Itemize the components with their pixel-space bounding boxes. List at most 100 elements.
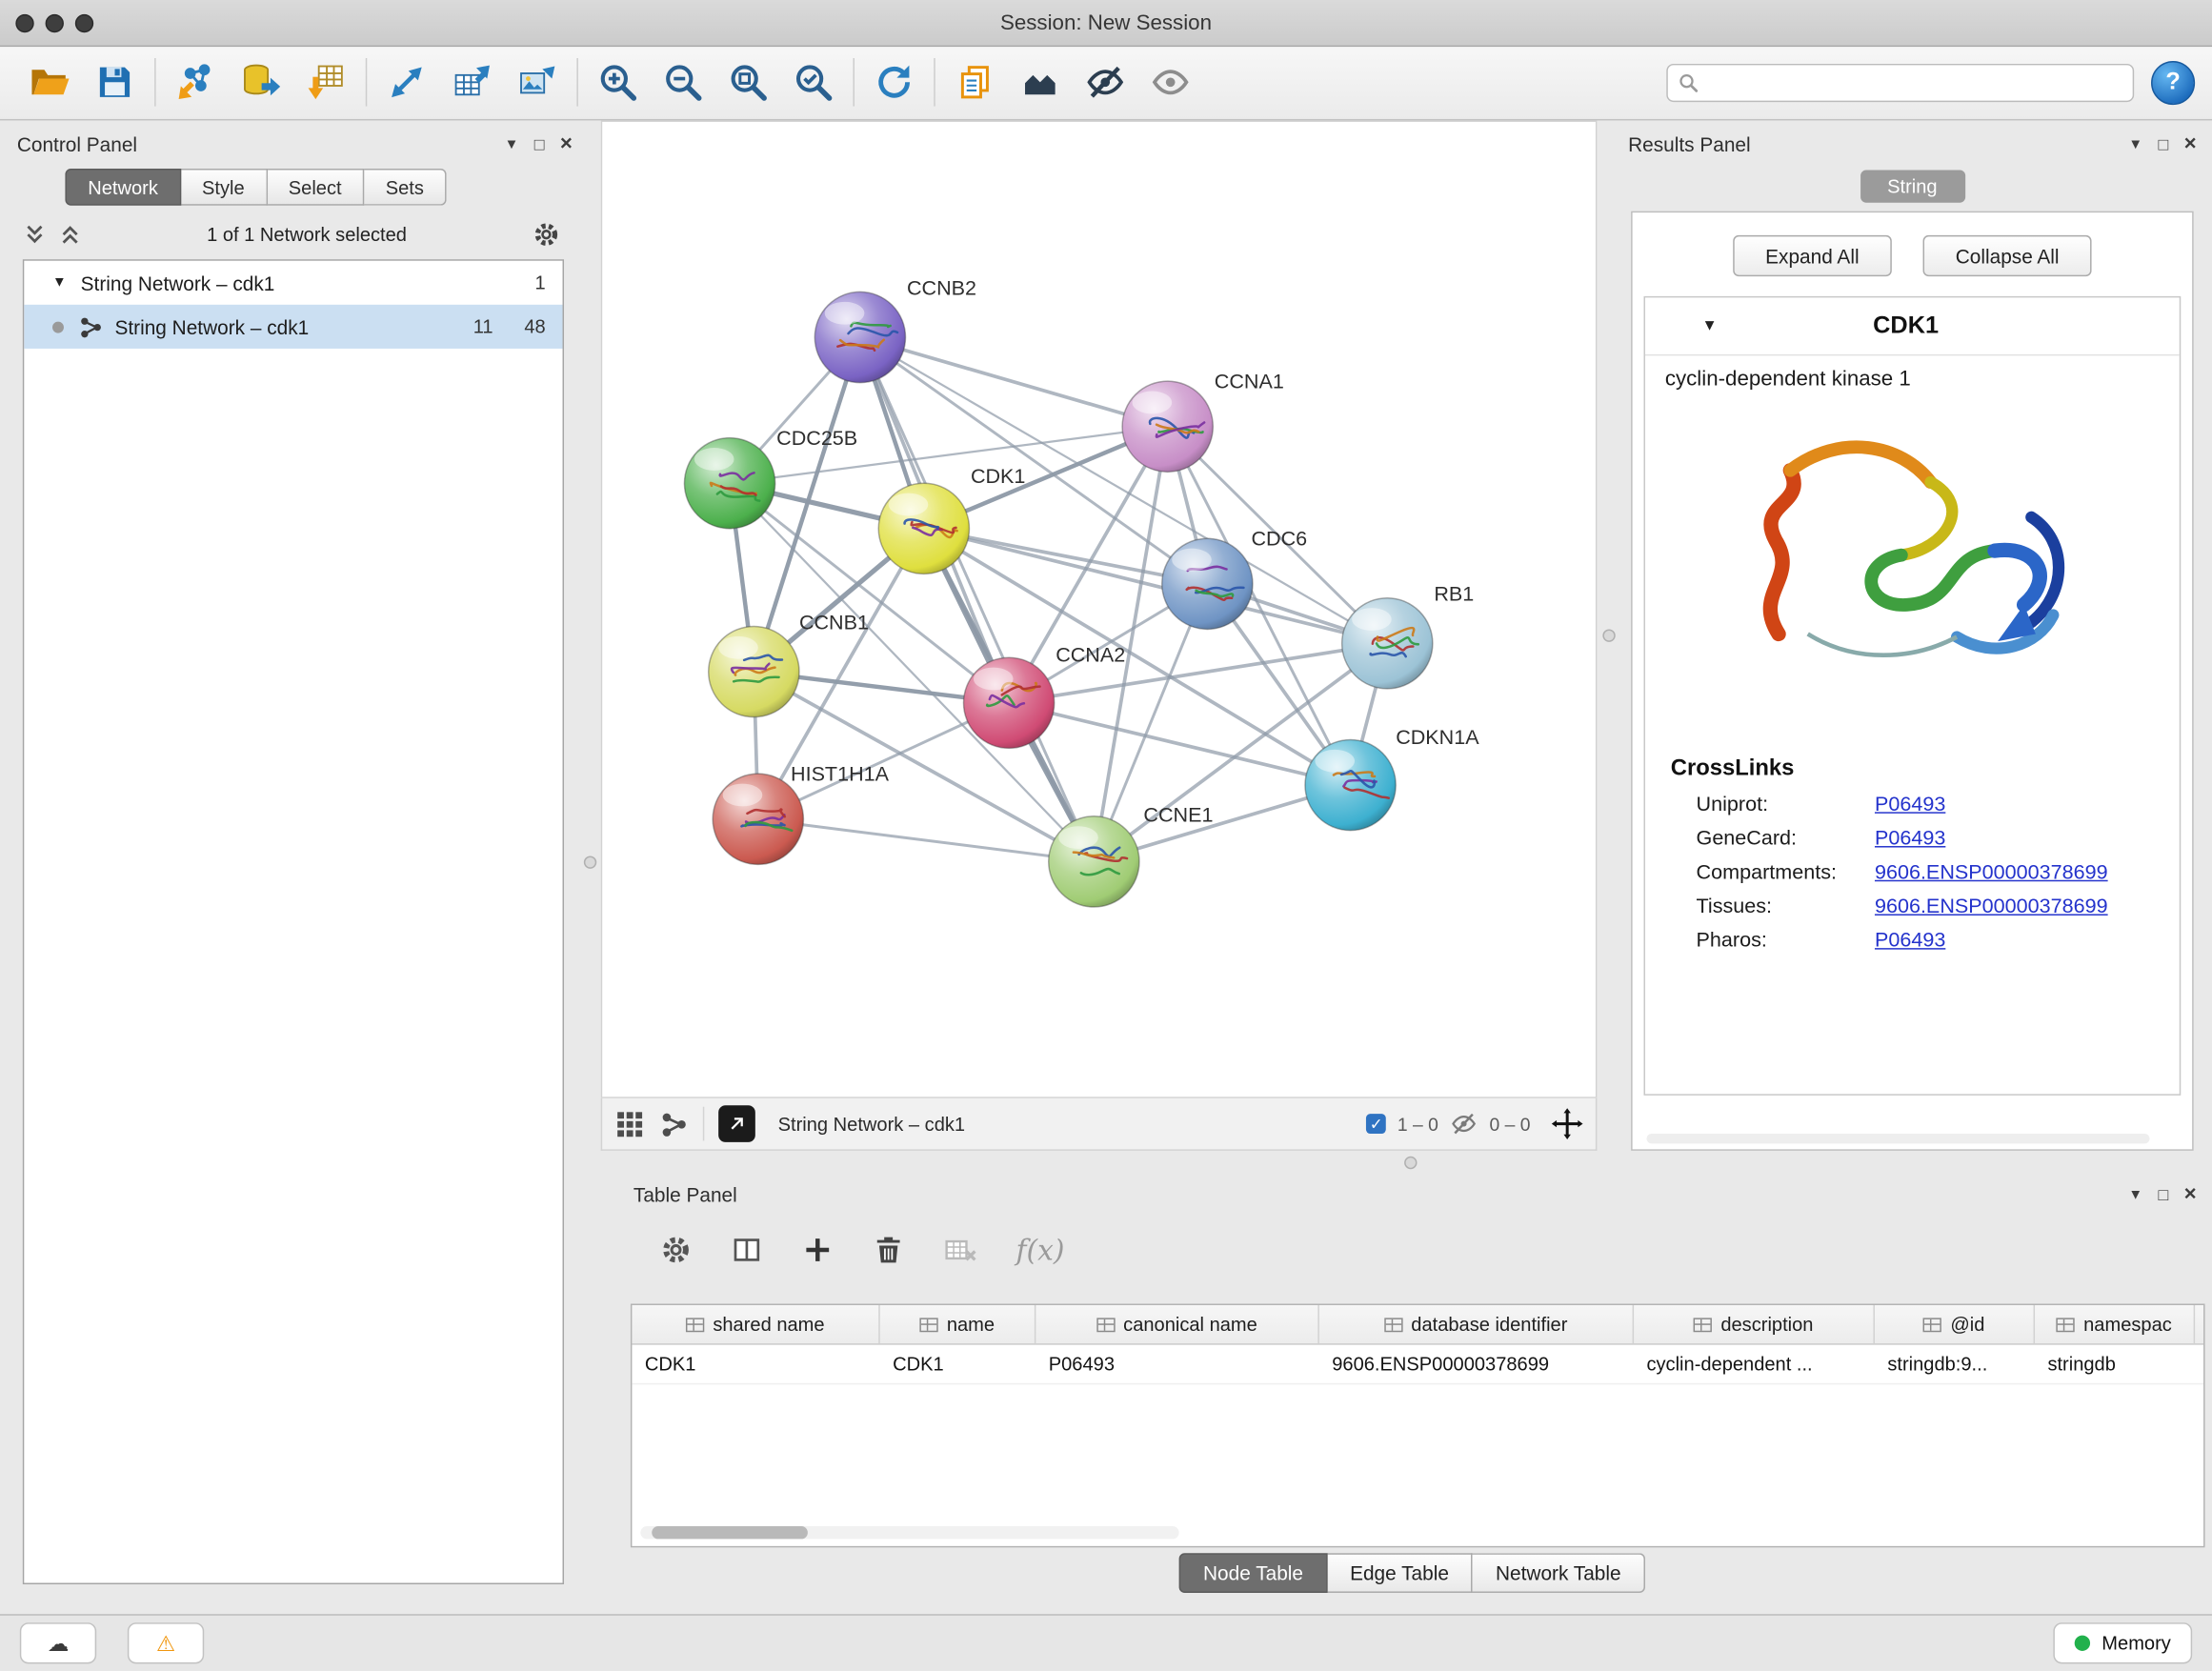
column-header-namespac[interactable]: namespac — [2035, 1305, 2195, 1343]
float-panel-icon[interactable]: □ — [534, 134, 545, 154]
search-field[interactable] — [1666, 63, 2134, 101]
tab-node-table[interactable]: Node Table — [1179, 1553, 1328, 1593]
crosslink-link[interactable]: P06493 — [1875, 828, 1945, 851]
refresh-view-button[interactable] — [861, 52, 926, 111]
network-edge[interactable] — [860, 337, 1168, 427]
close-window-button[interactable] — [15, 13, 33, 31]
section-expander-icon[interactable]: ▼ — [1701, 317, 1717, 334]
network-node-ccna1[interactable]: CCNA1 — [1122, 370, 1284, 473]
splitter-handle[interactable] — [1404, 1157, 1417, 1169]
tab-string[interactable]: String — [1860, 171, 1964, 203]
table-horizontal-scrollbar[interactable] — [640, 1526, 1178, 1539]
hide-selected-button[interactable] — [1073, 52, 1137, 111]
table-cell[interactable]: stringdb:9... — [1875, 1345, 2035, 1383]
column-header-name[interactable]: name — [880, 1305, 1036, 1343]
network-collection-row[interactable]: ▼ String Network – cdk1 1 — [24, 261, 562, 305]
column-header-canonical-name[interactable]: canonical name — [1036, 1305, 1319, 1343]
network-node-cdc6[interactable]: CDC6 — [1162, 527, 1307, 630]
column-header-description[interactable]: description — [1634, 1305, 1875, 1343]
show-columns-icon[interactable] — [730, 1233, 764, 1267]
network-node-cdk1[interactable]: CDK1 — [878, 464, 1025, 574]
memory-button[interactable]: Memory — [2054, 1622, 2192, 1663]
collapse-all-button[interactable]: Collapse All — [1923, 235, 2092, 276]
crosslink-link[interactable]: 9606.ENSP00000378699 — [1875, 896, 2108, 918]
network-node-cdkn1a[interactable]: CDKN1A — [1305, 725, 1479, 831]
scrollbar-thumb[interactable] — [652, 1526, 808, 1539]
open-session-button[interactable] — [17, 52, 82, 111]
share-network-icon[interactable] — [659, 1109, 689, 1138]
network-options-gear-icon[interactable] — [532, 220, 561, 250]
splitter-handle[interactable] — [584, 856, 596, 868]
table-cell[interactable]: stringdb — [2035, 1345, 2195, 1383]
network-edge[interactable] — [758, 819, 1095, 862]
table-cell[interactable]: 9606.ENSP00000378699 — [1319, 1345, 1634, 1383]
table-cell[interactable]: P06493 — [1036, 1345, 1319, 1383]
expand-all-tree-icon[interactable] — [58, 223, 82, 247]
import-network-from-database-button[interactable] — [228, 52, 292, 111]
crosslink-link[interactable]: 9606.ENSP00000378699 — [1875, 861, 2108, 884]
expand-all-button[interactable]: Expand All — [1733, 235, 1892, 276]
table-row[interactable]: CDK1CDK1P064939606.ENSP00000378699cyclin… — [632, 1345, 2203, 1385]
export-table-button[interactable] — [439, 52, 504, 111]
splitter-handle[interactable] — [1602, 629, 1615, 641]
close-panel-icon[interactable]: × — [2184, 1188, 2197, 1202]
column-header--id[interactable]: @id — [1875, 1305, 2035, 1343]
float-panel-icon[interactable]: □ — [2158, 1185, 2168, 1205]
collapse-panel-icon[interactable]: ▼ — [505, 137, 519, 152]
network-row-selected[interactable]: String Network – cdk1 11 48 — [24, 305, 562, 349]
crosslink-link[interactable]: P06493 — [1875, 794, 1945, 816]
column-header-shared-name[interactable]: shared name — [632, 1305, 879, 1343]
tab-network[interactable]: Network — [65, 169, 180, 206]
warnings-button[interactable]: ⚠ — [128, 1622, 204, 1663]
zoom-window-button[interactable] — [75, 13, 93, 31]
delete-column-trash-icon[interactable] — [872, 1233, 906, 1267]
crosslink-link[interactable]: P06493 — [1875, 930, 1945, 953]
network-node-ccnb2[interactable]: CCNB2 — [814, 275, 976, 382]
tab-edge-table[interactable]: Edge Table — [1327, 1553, 1473, 1593]
float-panel-icon[interactable]: □ — [2158, 134, 2168, 154]
add-column-plus-icon[interactable] — [800, 1233, 835, 1267]
close-panel-icon[interactable]: × — [2184, 137, 2197, 151]
search-input[interactable] — [1707, 70, 2122, 94]
zoom-in-button[interactable] — [585, 52, 650, 111]
collapse-panel-icon[interactable]: ▼ — [2128, 137, 2142, 152]
open-in-new-window-button[interactable] — [718, 1105, 755, 1142]
network-node-cdc25b[interactable]: CDC25B — [684, 426, 857, 529]
save-session-button[interactable] — [82, 52, 147, 111]
birds-eye-grid-icon[interactable] — [613, 1108, 645, 1139]
collapse-panel-icon[interactable]: ▼ — [2128, 1187, 2142, 1202]
help-button[interactable]: ? — [2151, 60, 2195, 104]
table-cell[interactable]: CDK1 — [632, 1345, 879, 1383]
cloud-status-button[interactable]: ☁ — [20, 1622, 96, 1663]
zoom-fit-button[interactable] — [715, 52, 780, 111]
table-options-gear-icon[interactable] — [659, 1233, 694, 1267]
column-header-database-identifier[interactable]: database identifier — [1319, 1305, 1634, 1343]
zoom-out-button[interactable] — [651, 52, 715, 111]
function-builder-icon[interactable]: f(x) — [1016, 1233, 1065, 1267]
zoom-selected-button[interactable] — [781, 52, 846, 111]
show-hidden-button[interactable] — [1137, 52, 1202, 111]
network-node-hist1h1a[interactable]: HIST1H1A — [713, 762, 889, 865]
network-edge[interactable] — [860, 337, 1094, 861]
tab-style[interactable]: Style — [181, 169, 268, 206]
tab-sets[interactable]: Sets — [364, 169, 446, 206]
export-image-button[interactable] — [505, 52, 570, 111]
export-network-button[interactable] — [374, 52, 439, 111]
table-cell[interactable]: cyclin-dependent ... — [1634, 1345, 1875, 1383]
import-network-from-file-button[interactable] — [163, 52, 228, 111]
show-all-networks-button[interactable] — [1008, 52, 1073, 111]
pan-crosshair-icon[interactable] — [1550, 1107, 1584, 1141]
minimize-window-button[interactable] — [46, 13, 64, 31]
close-panel-icon[interactable]: × — [560, 137, 573, 151]
tab-network-table[interactable]: Network Table — [1473, 1553, 1645, 1593]
copy-document-button[interactable] — [942, 52, 1007, 111]
import-table-from-file-button[interactable] — [293, 52, 358, 111]
table-cell[interactable]: CDK1 — [880, 1345, 1036, 1383]
results-horizontal-scrollbar[interactable] — [1646, 1134, 2149, 1143]
network-node-rb1[interactable]: RB1 — [1342, 582, 1475, 689]
network-view-canvas[interactable]: CCNB2CCNA1CDC25BCDK1CDC6RB1CCNB1CCNA2CDK… — [601, 120, 1598, 1097]
tree-expander-icon[interactable]: ▼ — [52, 275, 67, 291]
tab-select[interactable]: Select — [267, 169, 364, 206]
network-node-ccnb1[interactable]: CCNB1 — [709, 610, 869, 716]
selected-count-checkbox-icon[interactable]: ✓ — [1366, 1114, 1386, 1134]
